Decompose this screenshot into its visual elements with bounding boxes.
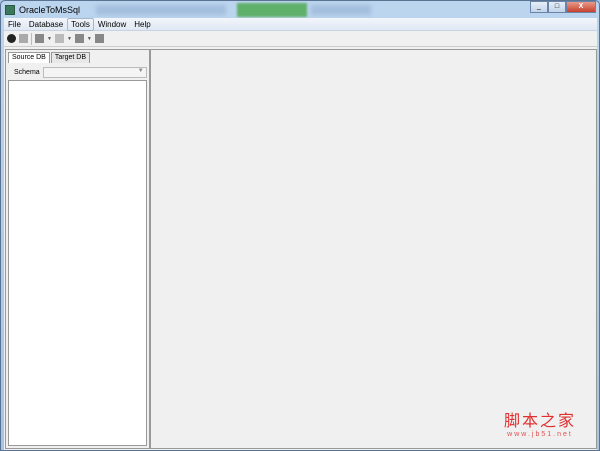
blurred-taskbar-item	[96, 5, 226, 15]
watermark-cn: 脚本之家	[503, 411, 576, 430]
close-button[interactable]: X	[566, 1, 596, 13]
schema-select[interactable]: ▼	[42, 67, 147, 78]
menu-tools[interactable]: Tools	[67, 17, 94, 31]
mdi-workspace: 脚本之家 www.jb51.net	[150, 49, 597, 449]
toolbar: ▼ ▼ ▼	[4, 31, 597, 47]
tab-target-db[interactable]: Target DB	[50, 52, 90, 63]
table-icon[interactable]	[74, 34, 84, 43]
dropdown-arrow-icon[interactable]: ▼	[67, 36, 72, 42]
blurred-taskbar-item	[311, 5, 371, 15]
script-icon[interactable]	[54, 34, 64, 43]
minimize-button[interactable]: _	[530, 1, 548, 13]
dropdown-arrow-icon[interactable]: ▼	[87, 36, 92, 42]
watermark: 脚本之家 www.jb51.net	[504, 407, 576, 438]
watermark-en: www.jb51.net	[507, 431, 573, 438]
menu-database[interactable]: Database	[25, 18, 67, 31]
disconnect-icon[interactable]	[19, 34, 28, 43]
connect-icon[interactable]	[7, 34, 16, 43]
app-icon	[5, 5, 15, 15]
separator	[31, 32, 32, 45]
chevron-down-icon: ▼	[137, 68, 144, 74]
db-panel: Source DB Target DB Schema ▼	[5, 49, 150, 449]
object-tree[interactable]	[8, 80, 147, 446]
window-title: OracleToMsSql	[19, 5, 81, 15]
stop-icon[interactable]	[94, 34, 104, 43]
export-icon[interactable]	[35, 34, 44, 43]
app-window: OracleToMsSql _ □ X File Database Tools …	[0, 0, 600, 451]
menu-help[interactable]: Help	[130, 18, 154, 31]
menu-bar: File Database Tools Window Help	[4, 17, 597, 31]
dropdown-arrow-icon[interactable]: ▼	[47, 36, 52, 42]
tab-source-db[interactable]: Source DB	[8, 52, 50, 63]
title-bar: OracleToMsSql	[5, 3, 80, 17]
blurred-taskbar-item	[237, 3, 307, 17]
maximize-button[interactable]: □	[548, 1, 566, 13]
schema-label: Schema	[14, 69, 40, 76]
menu-file[interactable]: File	[4, 18, 25, 31]
menu-window[interactable]: Window	[94, 18, 130, 31]
